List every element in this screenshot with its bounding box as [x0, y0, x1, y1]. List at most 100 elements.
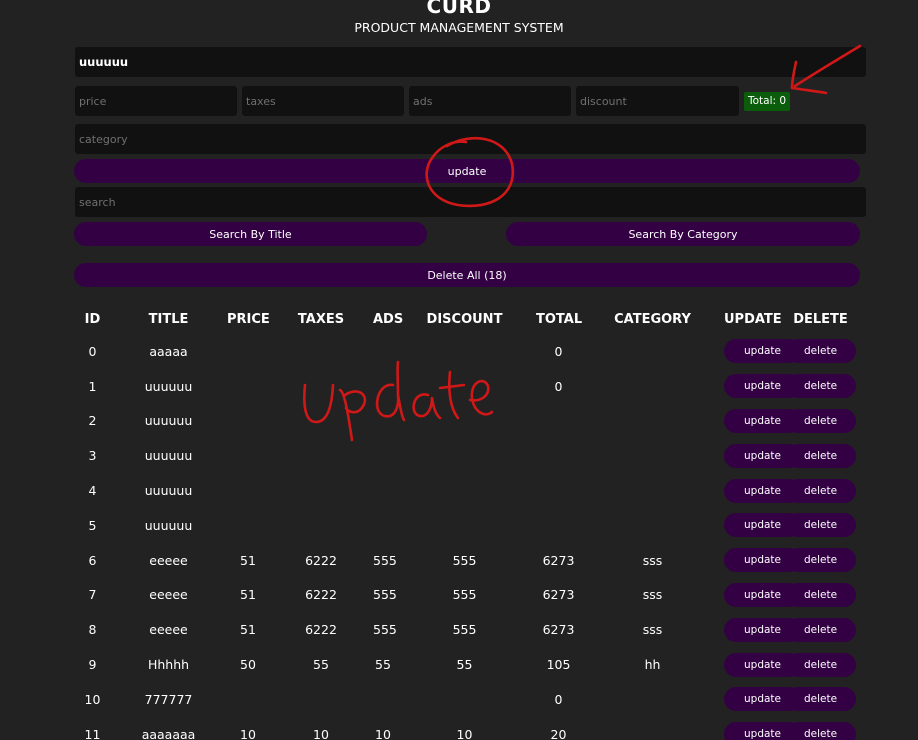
- cell-price: 50: [240, 657, 256, 673]
- cell-discount: [393, 334, 536, 369]
- app-title: CURD: [426, 0, 492, 18]
- cell-category: [581, 682, 724, 717]
- row-delete-button[interactable]: delete: [785, 513, 856, 538]
- row-delete-button[interactable]: delete: [785, 722, 856, 740]
- cell-ads: [373, 404, 393, 439]
- cell-ads: 555: [373, 552, 397, 568]
- search-by-category-button[interactable]: Search By Category: [506, 222, 860, 246]
- cell-price: [227, 369, 269, 404]
- cell-ads: 55: [375, 657, 391, 673]
- cell-category: [581, 404, 724, 439]
- page: CURD PRODUCT MANAGEMENT SYSTEM Total: 0 …: [0, 0, 918, 740]
- table-row: 3 uuuuuu update delete: [75, 438, 860, 473]
- cell-ads: [373, 682, 393, 717]
- cell-taxes: [269, 334, 373, 369]
- cell-total: 6273: [542, 552, 575, 568]
- table-row: 11 aaaaaaa 10 10 10 10 20 update delete: [75, 717, 860, 740]
- cell-title: eeeee: [149, 622, 188, 638]
- discount-input[interactable]: [576, 86, 739, 116]
- app-subtitle: PRODUCT MANAGEMENT SYSTEM: [354, 20, 564, 35]
- row-delete-button[interactable]: delete: [785, 408, 856, 433]
- cell-delete: delete: [781, 612, 860, 647]
- category-input[interactable]: [75, 124, 866, 154]
- column-header-total: TOTAL: [536, 311, 583, 327]
- cell-total: 6273: [542, 622, 575, 638]
- cell-update: update: [724, 508, 801, 543]
- table-header-row: ID TITLE PRICE TAXES ADS DISCOUNT TOTAL CATEGOR…: [75, 304, 860, 334]
- cell-ads: [373, 334, 393, 369]
- cell-price: [227, 508, 269, 543]
- cell-discount: [393, 369, 536, 404]
- cell-title: uuuuuu: [144, 378, 193, 394]
- cell-id: 0: [88, 343, 97, 359]
- table-row: 9 Hhhhh 50 55 55 55 105 hh update delete: [75, 647, 860, 682]
- cell-price: [227, 334, 269, 369]
- price-input[interactable]: [75, 86, 237, 116]
- cell-total: [536, 508, 581, 543]
- cell-discount: [393, 438, 536, 473]
- cell-ads: [373, 438, 393, 473]
- table-row: 8 eeeee 51 6222 555 555 6273 sss update delete: [75, 612, 860, 647]
- cell-category: sss: [642, 622, 663, 638]
- row-delete-button[interactable]: delete: [785, 687, 856, 712]
- delete-all-button[interactable]: Delete All (18): [74, 263, 860, 287]
- cell-category: [581, 508, 724, 543]
- column-header-id: ID: [84, 311, 101, 327]
- cell-title: eeeee: [149, 552, 188, 568]
- ads-input[interactable]: [409, 86, 571, 116]
- table-row: 6 eeeee 51 6222 555 555 6273 sss update delete: [75, 543, 860, 578]
- column-header-title: TITLE: [148, 311, 189, 327]
- cell-discount: [393, 508, 536, 543]
- cell-price: 51: [240, 622, 256, 638]
- cell-discount: 555: [452, 552, 477, 568]
- cell-title: eeeee: [149, 587, 188, 603]
- column-header-discount: DISCOUNT: [426, 311, 503, 327]
- row-delete-button[interactable]: delete: [785, 617, 856, 642]
- table-row: 10 777777 0 update delete: [75, 682, 860, 717]
- cell-update: update: [724, 473, 801, 508]
- cell-id: 10: [84, 691, 101, 707]
- cell-id: 8: [88, 622, 97, 638]
- cell-title: uuuuuu: [144, 448, 193, 464]
- row-delete-button[interactable]: delete: [785, 374, 856, 399]
- cell-title: uuuuuu: [144, 483, 193, 499]
- table-row: 5 uuuuuu update delete: [75, 508, 860, 543]
- update-submit-button[interactable]: update: [74, 159, 860, 183]
- cell-price: [227, 473, 269, 508]
- row-delete-button[interactable]: delete: [785, 443, 856, 468]
- search-by-title-button[interactable]: Search By Title: [74, 222, 427, 246]
- row-delete-button[interactable]: delete: [785, 339, 856, 364]
- cell-taxes: 55: [313, 657, 329, 673]
- table-row: 1 uuuuuu 0 update delete: [75, 369, 860, 404]
- cell-delete: delete: [781, 682, 860, 717]
- row-delete-button[interactable]: delete: [785, 478, 856, 503]
- cell-taxes: 10: [313, 726, 329, 740]
- row-delete-button[interactable]: delete: [785, 582, 856, 607]
- cell-category: [581, 334, 724, 369]
- cell-total: 0: [554, 691, 563, 707]
- row-delete-button[interactable]: delete: [785, 548, 856, 573]
- cell-category: [581, 369, 724, 404]
- cell-taxes: [269, 473, 373, 508]
- search-input[interactable]: [75, 187, 866, 217]
- cell-total: 20: [550, 726, 567, 740]
- cell-update: update: [724, 404, 801, 439]
- cell-total: 6273: [542, 587, 575, 603]
- cell-id: 3: [88, 448, 97, 464]
- cell-taxes: 6222: [305, 622, 337, 638]
- cell-ads: 10: [375, 726, 391, 740]
- cell-ads: 555: [373, 622, 397, 638]
- cell-update: update: [724, 647, 801, 682]
- cell-title: uuuuuu: [144, 413, 193, 429]
- cell-update: update: [724, 578, 801, 613]
- cell-price: [227, 404, 269, 439]
- cell-total: [536, 473, 581, 508]
- title-input[interactable]: [75, 47, 866, 77]
- cell-price: [227, 682, 269, 717]
- cell-discount: [393, 404, 536, 439]
- row-delete-button[interactable]: delete: [785, 652, 856, 677]
- cell-title: 777777: [144, 691, 193, 707]
- cell-delete: delete: [781, 543, 860, 578]
- cell-category: sss: [642, 587, 663, 603]
- taxes-input[interactable]: [242, 86, 404, 116]
